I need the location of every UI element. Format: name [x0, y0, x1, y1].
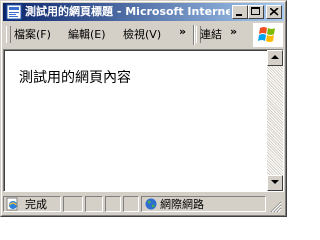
title-bar[interactable]: 測試用的網頁標題 - Microsoft Internet ...: [3, 3, 284, 21]
minimize-button[interactable]: [232, 5, 248, 19]
browser-window: 測試用的網頁標題 - Microsoft Internet ... 檔案(F) …: [0, 0, 287, 217]
maximize-icon: [251, 7, 260, 15]
close-button[interactable]: [266, 5, 282, 19]
windows-logo-icon: [253, 23, 283, 47]
menu-grip[interactable]: [6, 26, 11, 43]
menu-overflow-chevron[interactable]: »: [179, 25, 186, 38]
status-bar: 完成 網際網路: [3, 194, 284, 214]
zone-text: 網際網路: [160, 198, 204, 211]
maximize-button[interactable]: [248, 5, 264, 19]
menu-file[interactable]: 檔案(F): [14, 27, 51, 43]
links-chevron[interactable]: »: [230, 25, 237, 38]
menu-edit[interactable]: 編輯(E): [68, 27, 106, 43]
menu-view[interactable]: 檢視(V): [123, 27, 161, 43]
status-pane-zone: 網際網路: [141, 196, 266, 212]
menu-separator: [193, 25, 195, 45]
arrow-up-icon: [271, 55, 279, 59]
arrow-down-icon: [271, 180, 279, 184]
window-title: 測試用的網頁標題 - Microsoft Internet ...: [25, 5, 230, 18]
internet-zone-globe-icon: [145, 198, 157, 210]
minimize-icon: [236, 14, 242, 16]
links-label[interactable]: 連結: [200, 27, 222, 43]
status-pane-2: [63, 196, 83, 212]
close-icon: [270, 8, 279, 16]
page-content-text: 測試用的網頁內容: [19, 70, 131, 86]
status-text: 完成: [25, 198, 47, 211]
status-pane-main: 完成: [3, 196, 61, 212]
scroll-up-button[interactable]: [267, 50, 283, 66]
status-pane-3: [85, 196, 103, 212]
resize-grip-icon[interactable]: [270, 198, 282, 213]
page-done-icon: [6, 197, 18, 211]
status-pane-5: [123, 196, 139, 212]
page-viewport: 測試用的網頁內容: [3, 49, 284, 192]
vertical-scrollbar[interactable]: [267, 50, 283, 191]
menu-bar: 檔案(F) 編輯(E) 檢視(V) » 連結 »: [3, 23, 284, 47]
internet-explorer-icon[interactable]: [6, 4, 22, 20]
status-pane-4: [105, 196, 121, 212]
scroll-down-button[interactable]: [267, 175, 283, 191]
